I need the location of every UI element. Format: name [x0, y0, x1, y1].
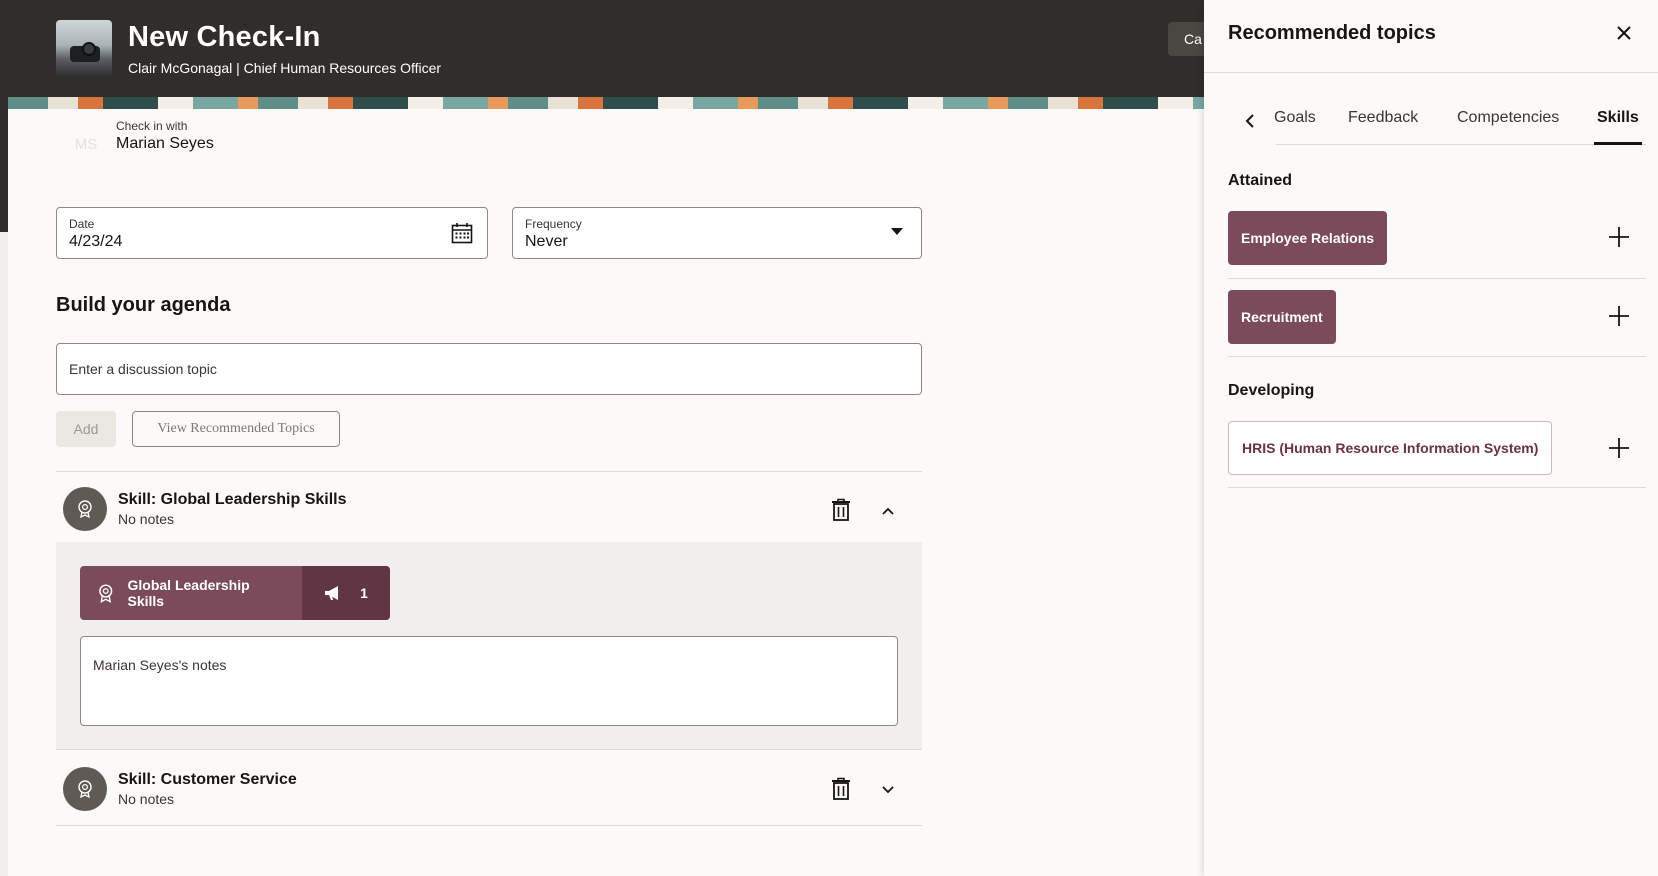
active-tab-indicator: [1594, 142, 1642, 145]
page-title: New Check-In: [128, 21, 321, 53]
tab-goals[interactable]: Goals: [1274, 109, 1316, 127]
add-button[interactable]: Add: [56, 411, 116, 447]
chevron-left-icon[interactable]: [1244, 113, 1256, 129]
close-icon[interactable]: [1615, 24, 1633, 42]
skill-badge-icon: [99, 584, 113, 604]
agenda-item-notes: No notes: [118, 511, 175, 527]
view-recommended-topics-button[interactable]: View Recommended Topics: [132, 411, 340, 447]
user-avatar: [56, 20, 112, 76]
tab-feedback[interactable]: Feedback: [1348, 109, 1418, 127]
skill-chip[interactable]: Global Leadership Skills 1: [80, 566, 390, 620]
skill-chip-label: Global Leadership Skills: [127, 577, 250, 609]
chevron-down-icon[interactable]: [891, 228, 903, 235]
divider: [56, 471, 922, 472]
tab-skills[interactable]: Skills: [1597, 109, 1639, 127]
agenda-item-title: Skill: Global Leadership Skills: [118, 491, 347, 508]
developing-heading: Developing: [1228, 382, 1315, 399]
calendar-icon[interactable]: [451, 222, 473, 244]
chevron-down-icon[interactable]: [881, 785, 895, 795]
topic-chip-recruitment[interactable]: Recruitment: [1228, 290, 1336, 344]
topic-chip-hris[interactable]: HRIS (Human Resource Information System): [1228, 421, 1553, 475]
megaphone-icon: [325, 586, 339, 600]
agenda-title: Build your agenda: [56, 294, 231, 316]
drawer-title: Recommended topics: [1228, 22, 1436, 44]
date-label: Date: [69, 217, 95, 231]
chevron-up-icon[interactable]: [881, 506, 895, 516]
decorative-banner: [8, 97, 1204, 109]
attained-heading: Attained: [1228, 172, 1292, 189]
feedback-count[interactable]: 1: [302, 566, 390, 620]
agenda-item-expanded: Global Leadership Skills 1 Marian Seyes'…: [56, 542, 922, 749]
divider: [56, 749, 922, 750]
trash-icon[interactable]: [830, 498, 852, 522]
plus-icon[interactable]: [1608, 226, 1630, 248]
skill-badge-icon: [63, 767, 107, 811]
divider: [1228, 356, 1646, 357]
skill-badge-icon: [63, 487, 107, 531]
checkin-label: Check in with: [116, 119, 188, 133]
checkin-name: Marian Seyes: [116, 135, 214, 152]
discussion-topic-input[interactable]: [56, 343, 922, 395]
agenda-item-title: Skill: Customer Service: [118, 771, 297, 788]
plus-icon[interactable]: [1608, 305, 1630, 327]
feedback-count-value: 1: [360, 585, 368, 601]
trash-icon[interactable]: [830, 777, 852, 801]
date-field[interactable]: Date 4/23/24: [56, 207, 488, 259]
avatar: MS: [66, 125, 106, 165]
tab-competencies[interactable]: Competencies: [1457, 109, 1559, 127]
topic-chip-employee-relations[interactable]: Employee Relations: [1228, 211, 1388, 265]
date-value: 4/23/24: [69, 233, 123, 250]
recommended-topics-drawer: Recommended topics Goals Feedback Compet…: [1204, 0, 1658, 876]
tabs-baseline: [1276, 144, 1646, 145]
page-subtitle: Clair McGonagal | Chief Human Resources …: [128, 60, 442, 76]
agenda-item-notes: No notes: [118, 791, 175, 807]
drawer-divider: [1204, 72, 1658, 73]
header-edge: [0, 97, 8, 232]
frequency-value: Never: [525, 233, 568, 250]
divider: [56, 825, 922, 826]
plus-icon[interactable]: [1608, 437, 1630, 459]
frequency-select[interactable]: Frequency Never: [512, 207, 922, 259]
divider: [1228, 278, 1646, 279]
divider: [1228, 487, 1646, 488]
notes-field[interactable]: Marian Seyes's notes: [80, 636, 898, 726]
main-panel: MS Check in with Marian Seyes Date 4/23/…: [8, 109, 1204, 876]
frequency-label: Frequency: [525, 217, 582, 231]
